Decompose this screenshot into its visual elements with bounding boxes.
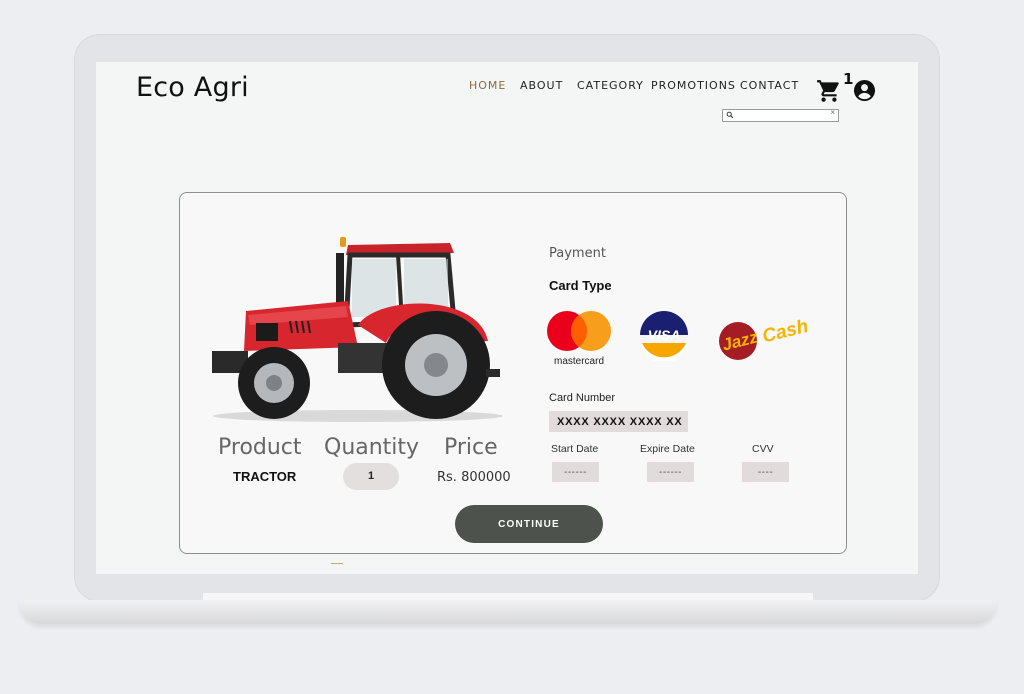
cvv-input[interactable] bbox=[742, 462, 789, 482]
nav-home[interactable]: HOME bbox=[469, 79, 506, 92]
expire-date-label: Expire Date bbox=[640, 443, 695, 455]
browser-viewport: Eco Agri HOME ABOUT CATEGORY PROMOTIONS … bbox=[96, 62, 918, 574]
shopping-cart-icon[interactable] bbox=[816, 78, 842, 104]
nav-about[interactable]: ABOUT bbox=[520, 79, 563, 92]
tractor-product-image bbox=[212, 237, 503, 422]
continue-button[interactable]: CONTINUE bbox=[455, 505, 603, 543]
laptop-base bbox=[20, 600, 996, 624]
nav-promotions[interactable]: PROMOTIONS bbox=[651, 79, 736, 92]
nav-category[interactable]: CATEGORY bbox=[577, 79, 644, 92]
start-date-label: Start Date bbox=[551, 443, 599, 455]
search-clear-button[interactable]: × bbox=[830, 108, 835, 117]
product-column-header: Product bbox=[218, 435, 302, 460]
visa-label: VISA bbox=[648, 327, 681, 343]
checkout-card: Product Quantity Price TRACTOR 1 Rs. 800… bbox=[179, 192, 847, 554]
nav-contact[interactable]: CONTACT bbox=[740, 79, 799, 92]
quantity-column-header: Quantity bbox=[324, 435, 420, 460]
cvv-label: CVV bbox=[752, 443, 774, 455]
search-icon bbox=[726, 111, 734, 119]
jazzcash-label-cash: Cash bbox=[760, 316, 810, 348]
jazzcash-option[interactable]: Jazz Cash bbox=[716, 307, 820, 363]
mastercard-label: mastercard bbox=[554, 356, 604, 367]
site-logo[interactable]: Eco Agri bbox=[136, 72, 249, 103]
search-box: × bbox=[722, 108, 839, 122]
card-number-input[interactable] bbox=[549, 411, 688, 432]
price-value: Rs. 800000 bbox=[437, 470, 511, 485]
visa-option[interactable]: VISA bbox=[639, 309, 689, 361]
quantity-field[interactable]: 1 bbox=[343, 463, 399, 490]
start-date-input[interactable] bbox=[552, 462, 599, 482]
decorative-dash bbox=[331, 563, 343, 564]
card-number-label: Card Number bbox=[549, 392, 616, 404]
expire-date-input[interactable] bbox=[647, 462, 694, 482]
price-column-header: Price bbox=[444, 435, 498, 460]
product-name: TRACTOR bbox=[233, 469, 297, 484]
mastercard-option[interactable]: mastercard bbox=[544, 307, 614, 367]
card-type-label: Card Type bbox=[549, 278, 612, 293]
cart-count-badge: 1 bbox=[843, 70, 854, 88]
payment-title: Payment bbox=[549, 246, 606, 261]
account-circle-icon[interactable] bbox=[853, 79, 876, 102]
search-input[interactable] bbox=[735, 110, 825, 120]
